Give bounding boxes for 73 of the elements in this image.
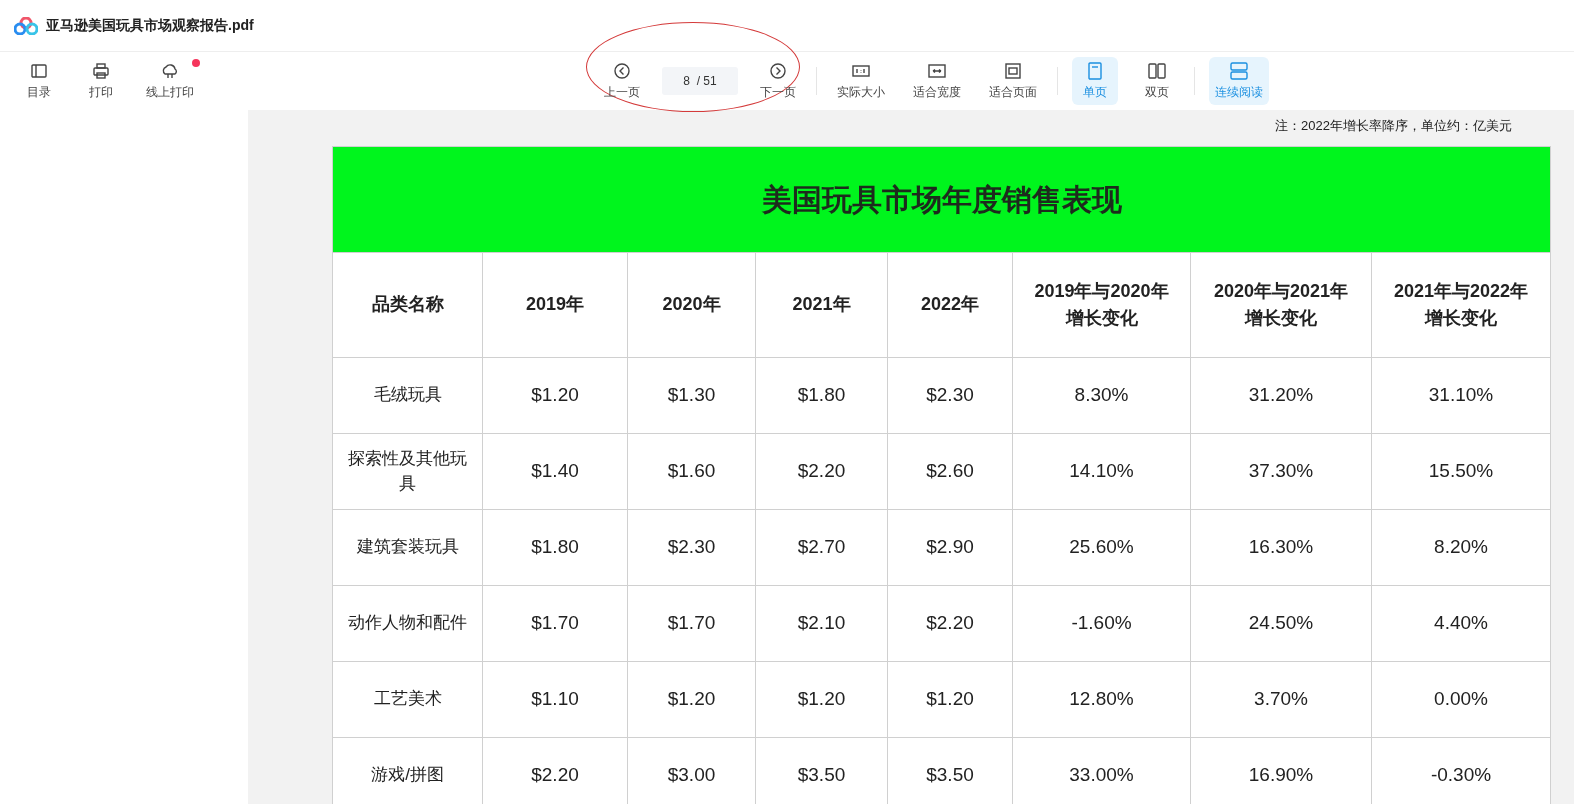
table-cell: 31.20%: [1190, 357, 1372, 433]
column-header: 2019年: [482, 252, 628, 357]
table-cell: $1.30: [627, 357, 756, 433]
table-cell: 8.20%: [1371, 509, 1551, 585]
table-cell: $2.90: [887, 509, 1013, 585]
single-page-icon: [1085, 61, 1105, 81]
column-header: 2019年与2020年增长变化: [1012, 252, 1191, 357]
table-cell: $1.20: [627, 661, 756, 737]
table-cell: 16.30%: [1190, 509, 1372, 585]
column-header: 品类名称: [332, 252, 483, 357]
table-cell: 14.10%: [1012, 433, 1191, 509]
table-cell: 8.30%: [1012, 357, 1191, 433]
toolbar-button[interactable]: 适合页面: [983, 57, 1043, 105]
table-cell: 25.60%: [1012, 509, 1191, 585]
column-header: 2021年与2022年增长变化: [1371, 252, 1551, 357]
double-page-icon: [1147, 61, 1167, 81]
window-title: 亚马逊美国玩具市场观察报告.pdf: [46, 16, 254, 35]
toolbar-button[interactable]: 目录: [16, 57, 62, 105]
table-cell: 15.50%: [1371, 433, 1551, 509]
fit-page-icon: [1003, 61, 1023, 81]
table-cell: 37.30%: [1190, 433, 1372, 509]
column-header: 2020年与2021年增长变化: [1190, 252, 1372, 357]
column-header: 2020年: [627, 252, 756, 357]
table-title: 美国玩具市场年度销售表现: [332, 146, 1551, 252]
app-logo-icon: [14, 16, 38, 35]
table-cell: $1.60: [627, 433, 756, 509]
table-cell: 工艺美术: [332, 661, 483, 737]
toolbar-button[interactable]: 实际大小: [831, 57, 891, 105]
table-cell: 0.00%: [1371, 661, 1551, 737]
column-header: 2021年: [755, 252, 888, 357]
fit-width-icon: [927, 61, 947, 81]
next-page-button[interactable]: 下一页: [754, 57, 802, 105]
table-note: 注：2022年增长率降序，单位约：亿美元: [1274, 117, 1512, 135]
table-cell: $1.20: [482, 357, 628, 433]
table-cell: $2.30: [887, 357, 1013, 433]
table-cell: $1.20: [887, 661, 1013, 737]
table-cell: $1.70: [627, 585, 756, 661]
table-cell: 12.80%: [1012, 661, 1191, 737]
column-header: 2022年: [887, 252, 1013, 357]
table-cell: $1.80: [755, 357, 888, 433]
page-number-field[interactable]: 8 / 51: [662, 67, 738, 95]
table-cell: $2.10: [755, 585, 888, 661]
toolbar-button[interactable]: 线上打印: [140, 57, 200, 105]
table-cell: 游戏/拼图: [332, 737, 483, 804]
table-cell: 31.10%: [1371, 357, 1551, 433]
cloud-icon: [160, 61, 180, 81]
continuous-scroll-icon: [1229, 61, 1249, 81]
table-cell: 3.70%: [1190, 661, 1372, 737]
toolbar-button[interactable]: 打印: [78, 57, 124, 105]
printer-icon: [91, 61, 111, 81]
sidebar-icon: [29, 61, 49, 81]
table-cell: 4.40%: [1371, 585, 1551, 661]
table-cell: $2.70: [755, 509, 888, 585]
table-cell: $2.20: [887, 585, 1013, 661]
table-cell: $1.40: [482, 433, 628, 509]
table-cell: $2.60: [887, 433, 1013, 509]
table-cell: $2.30: [627, 509, 756, 585]
previous-icon: [612, 61, 632, 81]
next-icon: [768, 61, 788, 81]
previous-page-button[interactable]: 上一页: [598, 57, 646, 105]
toolbar-button[interactable]: 双页: [1134, 57, 1180, 105]
table-cell: 建筑套装玩具: [332, 509, 483, 585]
table-cell: 24.50%: [1190, 585, 1372, 661]
table-cell: -1.60%: [1012, 585, 1191, 661]
table-cell: $1.80: [482, 509, 628, 585]
table-cell: $1.70: [482, 585, 628, 661]
table-cell: 毛绒玩具: [332, 357, 483, 433]
toolbar-button[interactable]: 适合宽度: [907, 57, 967, 105]
table-cell: $2.20: [755, 433, 888, 509]
table-cell: 动作人物和配件: [332, 585, 483, 661]
table-cell: $1.10: [482, 661, 628, 737]
table-cell: $1.20: [755, 661, 888, 737]
table-cell: 探索性及其他玩具: [332, 433, 483, 509]
